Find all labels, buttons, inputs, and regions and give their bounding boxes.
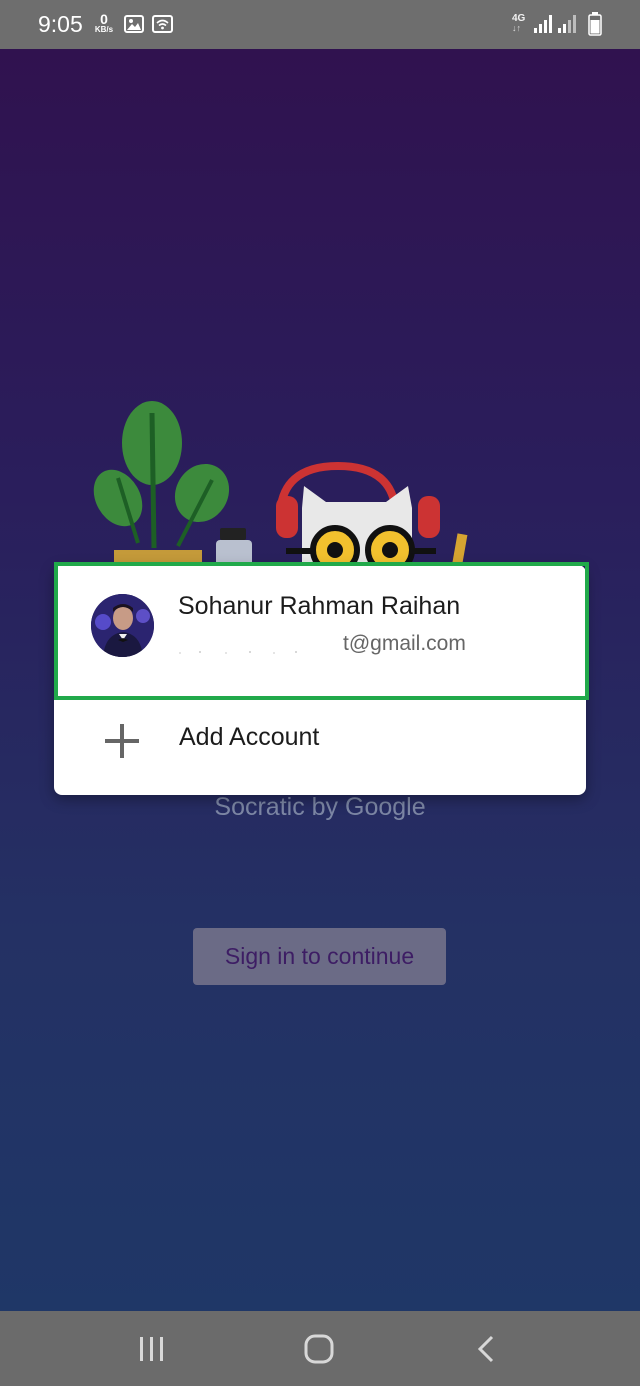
redacted-email-prefix [179,651,297,654]
account-name: Sohanur Rahman Raihan [178,592,461,620]
navigation-bar [0,1311,640,1386]
network-speed-value: 0 [100,11,108,27]
wifi-status-icon [152,15,173,33]
socratic-illustration [93,401,468,578]
add-account-item[interactable]: Add Account [54,699,586,795]
add-account-label: Add Account [179,723,320,751]
account-item[interactable]: Sohanur Rahman Raihan t@gmail.com [54,565,586,696]
brand-text: Socratic by Google [214,793,426,821]
network-type-icon: 4G ↓↑ [512,14,525,33]
sign-in-button[interactable]: Sign in to continue [193,928,446,985]
status-time: 9:05 [38,11,83,37]
robot-cat-illustration [276,461,468,578]
avatar [91,594,154,657]
network-speed: 0 KB/s [91,12,117,34]
gallery-icon [124,15,144,33]
recents-icon[interactable] [135,1329,169,1369]
network-arrows: ↓↑ [512,23,521,33]
home-icon[interactable] [299,1329,339,1369]
signal-icon [558,15,576,33]
account-chooser-dialog: Sohanur Rahman Raihan t@gmail.com Add Ac… [54,565,586,795]
plus-icon [105,724,139,758]
battery-icon [588,12,602,36]
network-speed-unit: KB/s [94,25,114,34]
account-email: t@gmail.com [343,632,466,655]
status-bar: 9:05 0 KB/s 4G ↓↑ [0,0,640,49]
back-icon[interactable] [470,1329,500,1369]
signal-icon [534,15,552,33]
avatar-photo [91,594,154,657]
